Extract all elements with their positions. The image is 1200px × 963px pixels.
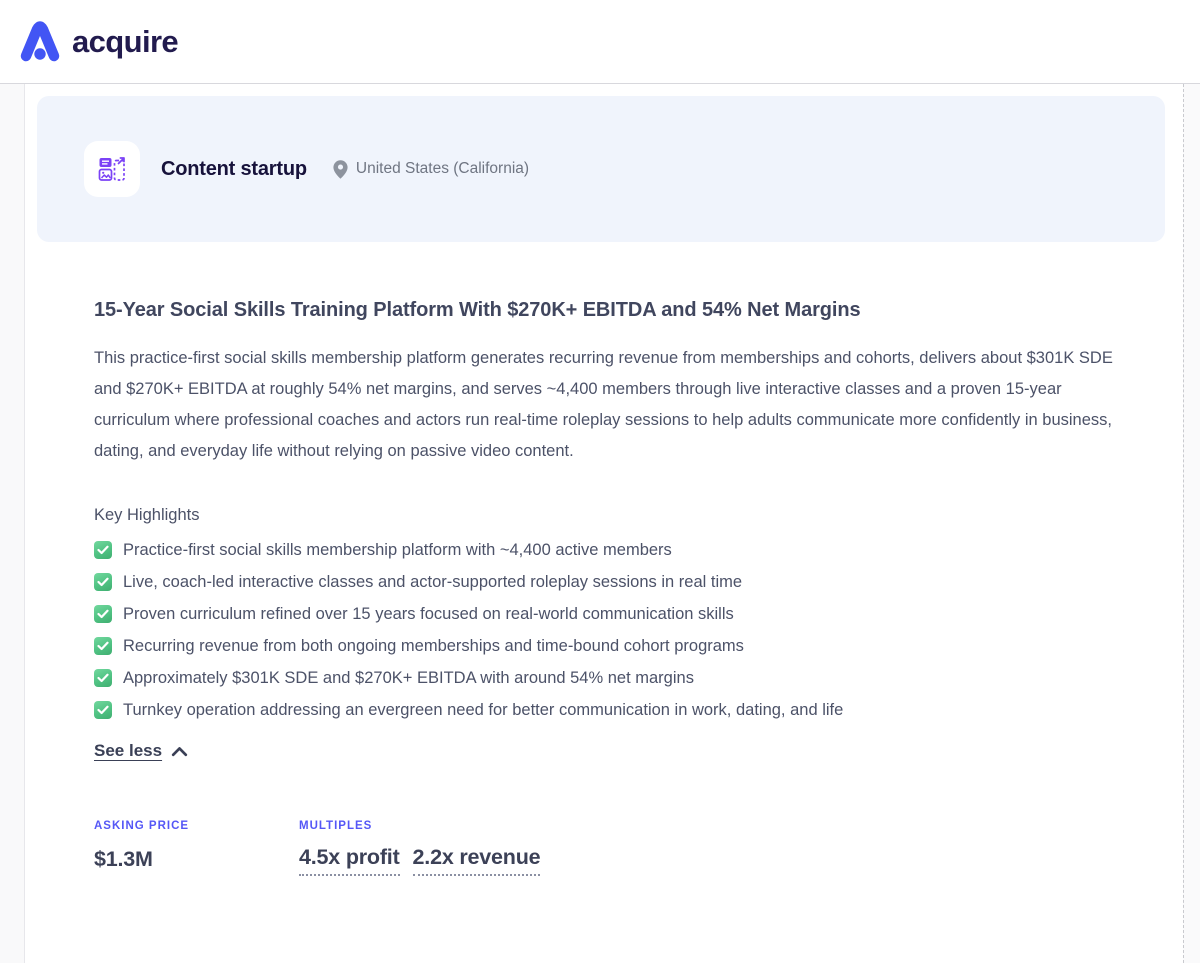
check-icon: [94, 637, 112, 655]
vertical-scrollbar[interactable]: [1183, 84, 1200, 963]
check-icon: [94, 701, 112, 719]
chevron-up-icon: [171, 746, 188, 757]
profit-multiple-value[interactable]: 4.5x profit: [299, 845, 400, 876]
see-less-toggle[interactable]: See less: [94, 741, 188, 761]
highlight-text: Recurring revenue from both ongoing memb…: [123, 636, 744, 655]
listing-description: This practice-first social skills member…: [94, 349, 1113, 460]
asking-price-block: ASKING PRICE $1.3M: [94, 820, 299, 876]
highlight-item: Proven curriculum refined over 15 years …: [94, 598, 1121, 630]
content-blocks-icon: [97, 154, 127, 184]
listing-headline: 15-Year Social Skills Training Platform …: [94, 299, 861, 321]
listing-banner: Content startup United States (Californi…: [37, 96, 1165, 242]
highlight-item: Approximately $301K SDE and $270K+ EBITD…: [94, 662, 1121, 694]
listing-location-text: United States (California): [355, 160, 530, 177]
key-highlights-title: Key Highlights: [94, 506, 200, 524]
key-highlights-list: Practice-first social skills membership …: [94, 534, 1121, 726]
revenue-multiple-value[interactable]: 2.2x revenue: [412, 845, 541, 876]
highlight-item: Turnkey operation addressing an evergree…: [94, 694, 1121, 726]
highlight-item: Live, coach-led interactive classes and …: [94, 566, 1121, 598]
listing-metrics: ASKING PRICE $1.3M MULTIPLES 4.5x profit…: [94, 820, 1121, 876]
highlight-text: Proven curriculum refined over 15 years …: [123, 604, 734, 623]
listing-type-title: Content startup: [161, 157, 307, 180]
listing-content: Content startup United States (Californi…: [25, 84, 1183, 963]
highlight-text: Turnkey operation addressing an evergree…: [123, 700, 844, 719]
asking-price-label: ASKING PRICE: [94, 820, 190, 832]
multiples-label: MULTIPLES: [299, 820, 373, 832]
highlight-text: Live, coach-led interactive classes and …: [123, 572, 743, 591]
asking-price-value: $1.3M: [94, 847, 153, 871]
see-less-label: See less: [94, 741, 163, 760]
highlight-item: Recurring revenue from both ongoing memb…: [94, 630, 1121, 662]
check-icon: [94, 605, 112, 623]
highlight-item: Practice-first social skills membership …: [94, 534, 1121, 566]
map-pin-icon: [332, 159, 349, 180]
highlight-text: Practice-first social skills membership …: [123, 540, 672, 559]
multiples-block: MULTIPLES 4.5x profit 2.2x revenue: [299, 820, 541, 876]
check-icon: [94, 573, 112, 591]
acquire-logo[interactable]: acquire: [17, 20, 179, 63]
top-navbar: acquire: [0, 0, 1200, 84]
acquire-logo-text: acquire: [72, 23, 179, 59]
check-icon: [94, 541, 112, 559]
page-left-gutter: [0, 84, 25, 963]
highlight-text: Approximately $301K SDE and $270K+ EBITD…: [123, 668, 694, 687]
listing-location: United States (California): [332, 159, 529, 180]
check-icon: [94, 669, 112, 687]
listing-type-tile: [84, 141, 140, 197]
acquire-logo-icon: [17, 20, 63, 63]
